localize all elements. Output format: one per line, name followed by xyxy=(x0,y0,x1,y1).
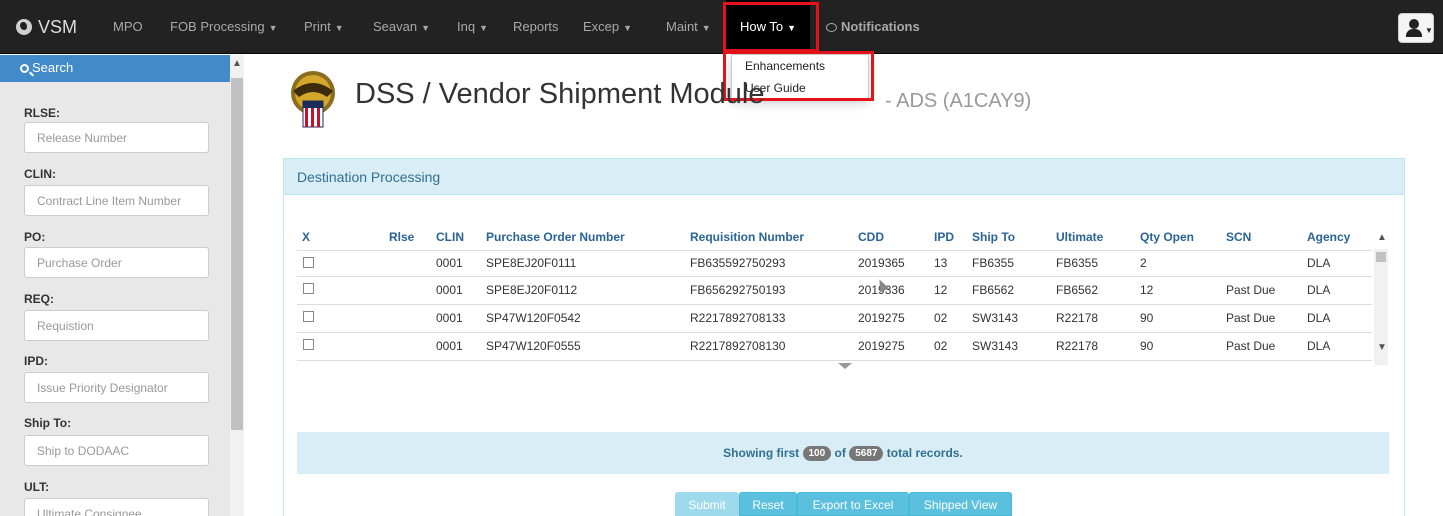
brand-label: VSM xyxy=(38,16,78,37)
row-divider xyxy=(297,360,1372,361)
comment-icon xyxy=(826,23,837,32)
user-menu-button[interactable]: ▼ xyxy=(1398,13,1434,43)
total-count-badge: 5687 xyxy=(849,446,884,461)
ship-to-label: Ship To: xyxy=(24,416,72,430)
po-input[interactable] xyxy=(24,247,209,278)
nav-excep[interactable]: Excep ▼ xyxy=(583,0,632,54)
row-divider xyxy=(297,304,1372,305)
ult-label: ULT: xyxy=(24,480,50,494)
globe-icon xyxy=(16,19,32,35)
rlse-label: RLSE: xyxy=(24,106,60,120)
col-header-x[interactable]: X xyxy=(302,230,310,244)
chevron-down-icon[interactable]: ▼ xyxy=(1377,342,1387,353)
caret-down-icon: ▼ xyxy=(421,23,431,33)
col-header-clin[interactable]: CLIN xyxy=(436,230,464,244)
row-checkbox[interactable] xyxy=(303,339,314,350)
col-header-agency[interactable]: Agency xyxy=(1307,230,1350,244)
rlse-input[interactable] xyxy=(24,122,209,153)
ult-input[interactable] xyxy=(24,498,209,516)
nav-maint[interactable]: Maint ▼ xyxy=(666,0,711,54)
ship-to-input[interactable] xyxy=(24,435,209,466)
row-checkbox[interactable] xyxy=(303,283,314,294)
caret-down-icon: ▼ xyxy=(479,23,488,33)
expand-triangle-icon[interactable] xyxy=(838,363,852,369)
col-header-ipd[interactable]: IPD xyxy=(934,230,954,244)
nav-seavan[interactable]: Seavan ▼ xyxy=(373,0,430,54)
req-input[interactable] xyxy=(24,310,209,341)
clin-label: CLIN: xyxy=(24,167,56,181)
records-info-bar: Showing first 100 of 5687 total records. xyxy=(297,432,1389,474)
search-sidebar: Search RLSE: CLIN: PO: REQ: IPD: Ship To… xyxy=(0,55,230,516)
nav-mpo[interactable]: MPO xyxy=(113,0,143,54)
col-header-cdd[interactable]: CDD xyxy=(858,230,884,244)
row-divider xyxy=(297,276,1372,277)
nav-notifications[interactable]: Notifications xyxy=(826,0,920,54)
search-icon xyxy=(20,64,29,73)
col-header-ship-to[interactable]: Ship To xyxy=(972,230,1015,244)
req-label: REQ: xyxy=(24,292,54,306)
chevron-up-icon[interactable]: ▲ xyxy=(1377,232,1387,243)
row-checkbox[interactable] xyxy=(303,311,314,322)
col-header-scn[interactable]: SCN xyxy=(1226,230,1251,244)
clin-input[interactable] xyxy=(24,185,209,216)
po-label: PO: xyxy=(24,230,46,244)
nav-reports[interactable]: Reports xyxy=(513,0,559,54)
sidebar-scrollbar-thumb[interactable] xyxy=(231,78,243,430)
dla-seal-icon xyxy=(291,71,335,128)
col-header-po[interactable]: Purchase Order Number xyxy=(486,230,625,244)
caret-down-icon: ▼ xyxy=(334,23,344,33)
panel-heading: Destination Processing xyxy=(284,159,1404,195)
nav-inq[interactable]: Inq ▼ xyxy=(457,0,488,54)
highlight-box-how-to xyxy=(723,2,819,52)
caret-down-icon: ▼ xyxy=(1425,26,1433,35)
nav-print[interactable]: Print ▼ xyxy=(304,0,344,54)
caret-down-icon: ▼ xyxy=(268,23,278,33)
page-title: DSS / Vendor Shipment Module xyxy=(355,78,765,110)
col-header-ultimate[interactable]: Ultimate xyxy=(1056,230,1103,244)
search-header[interactable]: Search xyxy=(0,55,230,82)
col-header-requisition[interactable]: Requisition Number xyxy=(690,230,804,244)
col-header-rlse[interactable]: Rlse xyxy=(389,230,414,244)
table-scrollbar-thumb[interactable] xyxy=(1376,252,1386,262)
shipped-view-button[interactable]: Shipped View xyxy=(909,492,1012,516)
row-divider xyxy=(297,332,1372,333)
caret-down-icon: ▼ xyxy=(623,23,633,33)
ipd-label: IPD: xyxy=(24,354,48,368)
shown-count-badge: 100 xyxy=(802,446,832,461)
row-divider xyxy=(297,250,1372,251)
col-header-qty-open[interactable]: Qty Open xyxy=(1140,230,1194,244)
ipd-input[interactable] xyxy=(24,372,209,403)
reset-button[interactable]: Reset xyxy=(739,492,797,516)
caret-down-icon: ▼ xyxy=(701,23,711,33)
page-subtitle: - ADS (A1CAY9) xyxy=(885,90,1032,112)
submit-button[interactable]: Submit xyxy=(675,492,739,516)
row-checkbox[interactable] xyxy=(303,257,314,268)
top-navbar: VSM MPO FOB Processing ▼ Print ▼ Seavan ▼ I… xyxy=(0,0,1443,54)
brand[interactable]: VSM xyxy=(16,0,77,54)
export-to-excel-button[interactable]: Export to Excel xyxy=(797,492,909,516)
chevron-up-icon[interactable]: ▲ xyxy=(232,58,242,69)
nav-fob-processing[interactable]: FOB Processing ▼ xyxy=(170,0,278,54)
user-icon xyxy=(1409,19,1419,29)
